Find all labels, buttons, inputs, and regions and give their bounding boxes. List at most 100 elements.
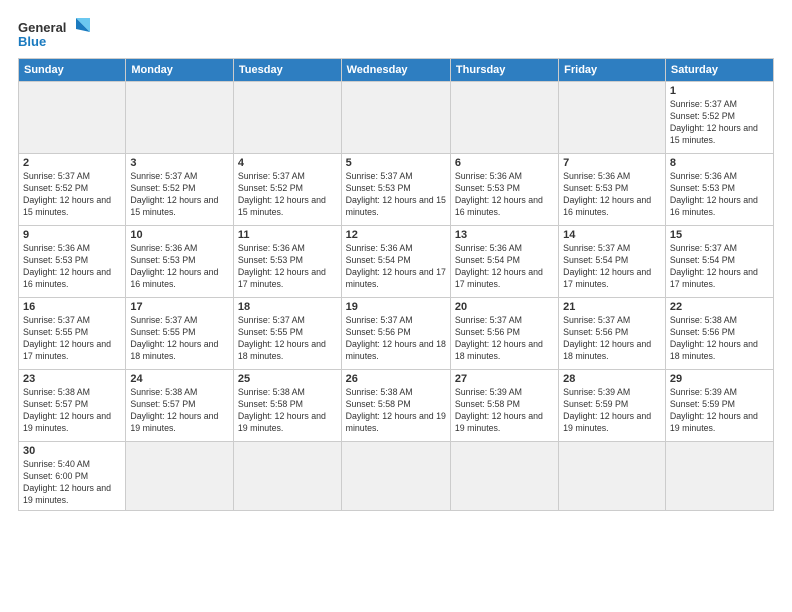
calendar-cell (126, 82, 234, 154)
calendar-cell (559, 442, 666, 511)
calendar-cell: 5 Sunrise: 5:37 AM Sunset: 5:53 PM Daylig… (341, 154, 450, 226)
calendar-cell: 25Sunrise: 5:38 AM Sunset: 5:58 PM Dayli… (233, 370, 341, 442)
calendar-cell: 6 Sunrise: 5:36 AM Sunset: 5:53 PM Daylig… (450, 154, 558, 226)
calendar-row: 9 Sunrise: 5:36 AM Sunset: 5:53 PM Daylig… (19, 226, 774, 298)
calendar-cell (559, 82, 666, 154)
calendar-row: 16Sunrise: 5:37 AM Sunset: 5:55 PM Dayli… (19, 298, 774, 370)
day-number: 9 (23, 229, 121, 241)
day-number: 29 (670, 373, 769, 385)
calendar-cell: 2 Sunrise: 5:37 AM Sunset: 5:52 PM Daylig… (19, 154, 126, 226)
day-info: Sunrise: 5:36 AM Sunset: 5:53 PM Dayligh… (130, 243, 229, 291)
calendar-cell (19, 82, 126, 154)
day-info: Sunrise: 5:36 AM Sunset: 5:53 PM Dayligh… (670, 171, 769, 219)
day-number: 22 (670, 301, 769, 313)
calendar-cell (126, 442, 234, 511)
day-info: Sunrise: 5:36 AM Sunset: 5:53 PM Dayligh… (563, 171, 661, 219)
calendar-cell: 8 Sunrise: 5:36 AM Sunset: 5:53 PM Daylig… (665, 154, 773, 226)
calendar-cell (450, 442, 558, 511)
calendar-row: 23 Sunrise: 5:38 AM Sunset: 5:57 PM Dayli… (19, 370, 774, 442)
day-number: 3 (130, 157, 229, 169)
day-number: 1 (670, 85, 769, 97)
calendar-cell: 7 Sunrise: 5:36 AM Sunset: 5:53 PM Daylig… (559, 154, 666, 226)
calendar-cell: 27 Sunrise: 5:39 AM Sunset: 5:58 PM Dayli… (450, 370, 558, 442)
day-number: 24 (130, 373, 229, 385)
day-number: 23 (23, 373, 121, 385)
day-info: Sunrise: 5:36 AM Sunset: 5:53 PM Dayligh… (23, 243, 121, 291)
day-info: Sunrise: 5:38 AM Sunset: 5:56 PM Dayligh… (670, 315, 769, 363)
day-info: Sunrise: 5:38 AM Sunset: 5:57 PM Dayligh… (130, 387, 229, 435)
day-number: 13 (455, 229, 554, 241)
day-info: Sunrise: 5:40 AM Sunset: 6:00 PM Dayligh… (23, 459, 121, 507)
day-number: 27 (455, 373, 554, 385)
calendar-cell: 22 Sunrise: 5:38 AM Sunset: 5:56 PM Dayli… (665, 298, 773, 370)
day-number: 20 (455, 301, 554, 313)
day-info: Sunrise: 5:36 AM Sunset: 5:54 PM Dayligh… (455, 243, 554, 291)
header: General Blue (18, 18, 774, 50)
day-info: Sunrise: 5:38 AM Sunset: 5:58 PM Dayligh… (346, 387, 446, 435)
day-number: 2 (23, 157, 121, 169)
calendar-cell: 10 Sunrise: 5:36 AM Sunset: 5:53 PM Dayli… (126, 226, 234, 298)
calendar-row: 30 Sunrise: 5:40 AM Sunset: 6:00 PM Dayli… (19, 442, 774, 511)
day-info: Sunrise: 5:37 AM Sunset: 5:55 PM Dayligh… (238, 315, 337, 363)
day-number: 21 (563, 301, 661, 313)
page: General Blue SundayMondayTuesdayWednesda… (0, 0, 792, 612)
day-info: Sunrise: 5:37 AM Sunset: 5:56 PM Dayligh… (563, 315, 661, 363)
day-info: Sunrise: 5:37 AM Sunset: 5:56 PM Dayligh… (346, 315, 446, 363)
day-number: 18 (238, 301, 337, 313)
day-info: Sunrise: 5:36 AM Sunset: 5:53 PM Dayligh… (455, 171, 554, 219)
day-number: 5 (346, 157, 446, 169)
day-number: 26 (346, 373, 446, 385)
day-info: Sunrise: 5:37 AM Sunset: 5:53 PM Dayligh… (346, 171, 446, 219)
day-info: Sunrise: 5:37 AM Sunset: 5:52 PM Dayligh… (238, 171, 337, 219)
day-info: Sunrise: 5:39 AM Sunset: 5:58 PM Dayligh… (455, 387, 554, 435)
calendar-cell (450, 82, 558, 154)
day-number: 6 (455, 157, 554, 169)
calendar-cell: 19Sunrise: 5:37 AM Sunset: 5:56 PM Dayli… (341, 298, 450, 370)
calendar-cell: 18 Sunrise: 5:37 AM Sunset: 5:55 PM Dayli… (233, 298, 341, 370)
calendar-row: 1Sunrise: 5:37 AM Sunset: 5:52 PM Daylig… (19, 82, 774, 154)
day-info: Sunrise: 5:36 AM Sunset: 5:54 PM Dayligh… (346, 243, 446, 291)
weekday-header-sunday: Sunday (19, 59, 126, 82)
day-info: Sunrise: 5:38 AM Sunset: 5:57 PM Dayligh… (23, 387, 121, 435)
day-info: Sunrise: 5:37 AM Sunset: 5:52 PM Dayligh… (130, 171, 229, 219)
day-info: Sunrise: 5:39 AM Sunset: 5:59 PM Dayligh… (670, 387, 769, 435)
calendar-cell: 24 Sunrise: 5:38 AM Sunset: 5:57 PM Dayli… (126, 370, 234, 442)
day-number: 28 (563, 373, 661, 385)
calendar-cell (341, 442, 450, 511)
day-number: 30 (23, 445, 121, 457)
calendar-cell: 14 Sunrise: 5:37 AM Sunset: 5:54 PM Dayli… (559, 226, 666, 298)
logo-icon: General Blue (18, 18, 93, 50)
weekday-header-tuesday: Tuesday (233, 59, 341, 82)
svg-text:General: General (18, 20, 66, 35)
day-info: Sunrise: 5:39 AM Sunset: 5:59 PM Dayligh… (563, 387, 661, 435)
day-number: 7 (563, 157, 661, 169)
calendar-cell (665, 442, 773, 511)
day-number: 17 (130, 301, 229, 313)
day-number: 11 (238, 229, 337, 241)
calendar-cell: 21 Sunrise: 5:37 AM Sunset: 5:56 PM Dayli… (559, 298, 666, 370)
day-number: 14 (563, 229, 661, 241)
calendar-cell: 13 Sunrise: 5:36 AM Sunset: 5:54 PM Dayli… (450, 226, 558, 298)
day-number: 8 (670, 157, 769, 169)
weekday-header-thursday: Thursday (450, 59, 558, 82)
svg-text:Blue: Blue (18, 34, 46, 49)
calendar-cell: 11 Sunrise: 5:36 AM Sunset: 5:53 PM Dayli… (233, 226, 341, 298)
day-info: Sunrise: 5:36 AM Sunset: 5:53 PM Dayligh… (238, 243, 337, 291)
weekday-header-saturday: Saturday (665, 59, 773, 82)
calendar-cell (233, 82, 341, 154)
calendar: SundayMondayTuesdayWednesdayThursdayFrid… (18, 58, 774, 511)
calendar-cell: 23 Sunrise: 5:38 AM Sunset: 5:57 PM Dayli… (19, 370, 126, 442)
day-info: Sunrise: 5:37 AM Sunset: 5:54 PM Dayligh… (563, 243, 661, 291)
day-info: Sunrise: 5:37 AM Sunset: 5:54 PM Dayligh… (670, 243, 769, 291)
calendar-cell: 29 Sunrise: 5:39 AM Sunset: 5:59 PM Dayli… (665, 370, 773, 442)
calendar-cell: 28 Sunrise: 5:39 AM Sunset: 5:59 PM Dayli… (559, 370, 666, 442)
day-info: Sunrise: 5:37 AM Sunset: 5:52 PM Dayligh… (23, 171, 121, 219)
logo: General Blue (18, 18, 93, 50)
weekday-header-row: SundayMondayTuesdayWednesdayThursdayFrid… (19, 59, 774, 82)
day-info: Sunrise: 5:37 AM Sunset: 5:55 PM Dayligh… (130, 315, 229, 363)
calendar-cell: 30 Sunrise: 5:40 AM Sunset: 6:00 PM Dayli… (19, 442, 126, 511)
day-number: 12 (346, 229, 446, 241)
weekday-header-friday: Friday (559, 59, 666, 82)
calendar-cell: 26 Sunrise: 5:38 AM Sunset: 5:58 PM Dayli… (341, 370, 450, 442)
day-number: 10 (130, 229, 229, 241)
